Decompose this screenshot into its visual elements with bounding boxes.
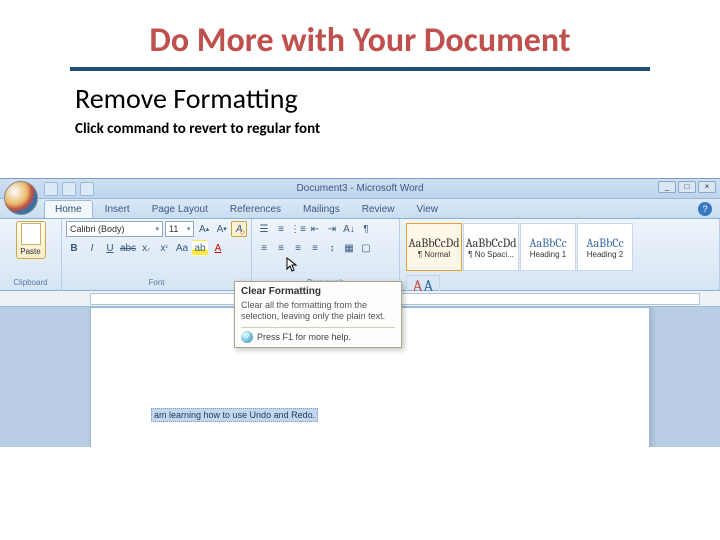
maximize-button[interactable]: □ <box>678 181 696 193</box>
shading-button[interactable]: ▦ <box>341 240 357 256</box>
grow-font-button[interactable]: A▴ <box>196 221 212 237</box>
qat-redo-icon[interactable] <box>80 182 94 196</box>
style-preview: AaBbCc <box>586 236 623 250</box>
help-f1-icon: ? <box>241 331 253 343</box>
style-no-spacing[interactable]: AaBbCcDd ¶ No Spaci... <box>463 223 519 271</box>
font-name-value: Calibri (Body) <box>70 224 125 234</box>
slide-subtitle: Remove Formatting <box>0 81 720 120</box>
font-name-combo[interactable]: Calibri (Body) ▾ <box>66 221 163 237</box>
style-label: ¶ No Spaci... <box>468 250 514 259</box>
style-preview: AaBbCcDd <box>408 236 459 250</box>
style-preview: AaBbCcDd <box>465 236 516 250</box>
style-heading-1[interactable]: AaBbCc Heading 1 <box>520 223 576 271</box>
increase-indent-button[interactable]: ⇥ <box>324 221 340 237</box>
subscript-button[interactable]: x₂ <box>138 240 154 256</box>
title-underline <box>70 67 650 71</box>
tooltip-help-text: Press F1 for more help. <box>257 332 351 342</box>
align-right-button[interactable]: ≡ <box>290 240 306 256</box>
qat-undo-icon[interactable] <box>62 182 76 196</box>
group-paragraph: ☰ ≡ ⋮≡ ⇤ ⇥ A↓ ¶ ≡ ≡ ≡ ≡ ↕ ▦ ▢ Parag <box>252 219 400 290</box>
help-icon[interactable]: ? <box>698 202 712 216</box>
paste-label: Paste <box>20 247 40 256</box>
tab-review[interactable]: Review <box>352 201 405 218</box>
align-center-button[interactable]: ≡ <box>273 240 289 256</box>
sort-button[interactable]: A↓ <box>341 221 357 237</box>
highlight-button[interactable]: ab <box>192 240 208 256</box>
font-size-value: 11 <box>169 224 178 234</box>
ribbon-tabs: Home Insert Page Layout References Maili… <box>0 199 720 219</box>
strikethrough-button[interactable]: abc <box>120 240 136 256</box>
style-label: ¶ Normal <box>418 250 450 259</box>
group-label-font: Font <box>66 277 247 288</box>
borders-button[interactable]: ▢ <box>358 240 374 256</box>
group-font: Calibri (Body) ▾ 11 ▾ A▴ A▾ A◇ B I U abc x… <box>62 219 252 290</box>
numbering-button[interactable]: ≡ <box>273 221 289 237</box>
bullets-button[interactable]: ☰ <box>256 221 272 237</box>
close-button[interactable]: × <box>698 181 716 193</box>
group-label-clipboard: Clipboard <box>13 277 47 288</box>
chevron-down-icon: ▾ <box>187 225 191 233</box>
bold-button[interactable]: B <box>66 240 82 256</box>
group-styles: AaBbCcDd ¶ Normal AaBbCcDd ¶ No Spaci...… <box>400 219 720 290</box>
font-color-button[interactable]: A <box>210 240 226 256</box>
titlebar: Document3 - Microsoft Word _ □ × <box>0 179 720 199</box>
tooltip-title: Clear Formatting <box>241 286 395 297</box>
slide-caption: Click command to revert to regular font <box>0 120 720 158</box>
superscript-button[interactable]: x² <box>156 240 172 256</box>
font-size-combo[interactable]: 11 ▾ <box>165 221 194 237</box>
italic-button[interactable]: I <box>84 240 100 256</box>
style-normal[interactable]: AaBbCcDd ¶ Normal <box>406 223 462 271</box>
slide-title: Do More with Your Document <box>0 20 720 67</box>
justify-button[interactable]: ≡ <box>307 240 323 256</box>
tab-page-layout[interactable]: Page Layout <box>142 201 218 218</box>
tab-mailings[interactable]: Mailings <box>293 201 350 218</box>
decrease-indent-button[interactable]: ⇤ <box>307 221 323 237</box>
style-label: Heading 1 <box>530 250 566 259</box>
multilevel-list-button[interactable]: ⋮≡ <box>290 221 306 237</box>
chevron-down-icon: ▾ <box>156 225 160 233</box>
tab-references[interactable]: References <box>220 201 291 218</box>
underline-button[interactable]: U <box>102 240 118 256</box>
tab-insert[interactable]: Insert <box>95 201 140 218</box>
style-label: Heading 2 <box>587 250 623 259</box>
selected-text[interactable]: am learning how to use Undo and Redo. <box>151 408 318 422</box>
cursor-icon <box>286 257 298 273</box>
office-button[interactable] <box>4 181 38 215</box>
window-title: Document3 - Microsoft Word <box>296 183 423 194</box>
tooltip-clear-formatting: Clear Formatting Clear all the formattin… <box>234 281 402 348</box>
align-left-button[interactable]: ≡ <box>256 240 272 256</box>
change-case-button[interactable]: Aa <box>174 240 190 256</box>
group-clipboard: Paste Clipboard <box>0 219 62 290</box>
tooltip-body: Clear all the formatting from the select… <box>241 300 395 323</box>
minimize-button[interactable]: _ <box>658 181 676 193</box>
clear-formatting-button[interactable]: A◇ <box>231 221 247 237</box>
quick-access-toolbar <box>44 182 94 196</box>
qat-save-icon[interactable] <box>44 182 58 196</box>
shrink-font-button[interactable]: A▾ <box>214 221 230 237</box>
ribbon: Paste Clipboard Calibri (Body) ▾ 11 ▾ A▴ A… <box>0 219 720 291</box>
tab-home[interactable]: Home <box>44 200 93 218</box>
style-heading-2[interactable]: AaBbCc Heading 2 <box>577 223 633 271</box>
tab-view[interactable]: View <box>407 201 449 218</box>
word-window: Document3 - Microsoft Word _ □ × Home In… <box>0 178 720 447</box>
show-marks-button[interactable]: ¶ <box>358 221 374 237</box>
style-preview: AaBbCc <box>529 236 566 250</box>
line-spacing-button[interactable]: ↕ <box>324 240 340 256</box>
paste-button[interactable]: Paste <box>16 221 46 259</box>
style-gallery: AaBbCcDd ¶ Normal AaBbCcDd ¶ No Spaci...… <box>404 221 715 273</box>
tooltip-footer: ? Press F1 for more help. <box>241 327 395 343</box>
